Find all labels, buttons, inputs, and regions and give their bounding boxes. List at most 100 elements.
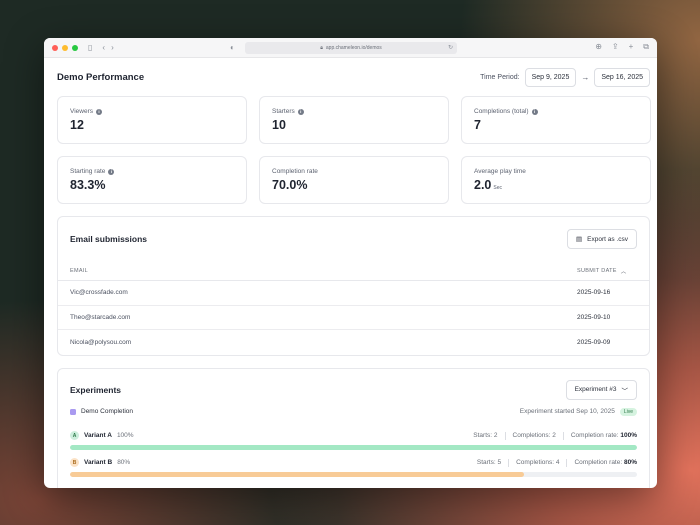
- chevron-down-icon: ﹀: [621, 387, 629, 395]
- stat-card-starters: Starters i 10: [259, 96, 449, 144]
- sidebar-toggle-icon[interactable]: ▯: [88, 43, 92, 52]
- export-csv-label: Export as .csv: [587, 235, 628, 243]
- table-row: Nicola@polysou.com 2025-09-09: [58, 330, 649, 355]
- date-cell: 2025-09-10: [577, 313, 611, 321]
- column-header-submit-date-label: SUBMIT DATE: [577, 267, 617, 274]
- window-controls: [52, 44, 78, 51]
- variant-b-progress-fill: [70, 471, 524, 477]
- stat-card-viewers: Viewers i 12: [57, 96, 247, 144]
- variant-b-stats: Starts: 5 Completions: 4 Completion rate…: [476, 458, 637, 467]
- experiment-color-swatch: [70, 408, 76, 415]
- stat-value-completions: 7: [474, 118, 481, 132]
- column-header-submit-date[interactable]: SUBMIT DATE ︿: [577, 267, 637, 275]
- minimize-window-button[interactable]: [62, 44, 68, 51]
- variant-b-title: B Variant B 80%: [70, 458, 130, 467]
- table-row: Vic@crossfade.com 2025-09-16: [58, 281, 649, 306]
- variant-a-progress-fill: [70, 444, 637, 450]
- experiment-start-date: Experiment started Sep 10, 2025: [519, 408, 615, 415]
- date-cell: 2025-09-16: [577, 289, 611, 297]
- variant-rate-label: Completion rate:: [570, 432, 619, 439]
- browser-titlebar: ▯ ‹ › ◐ 🔒︎ app.chameleon.io/demos ↻ ⊕ ⇪ …: [44, 38, 657, 58]
- stat-card-average-play-time: Average play time 2.0 Sec: [461, 156, 651, 204]
- stat-value-completion-rate: 70.0%: [272, 178, 308, 192]
- address-bar[interactable]: 🔒︎ app.chameleon.io/demos ↻: [245, 42, 457, 54]
- variant-completions: Completions: 4: [516, 459, 560, 466]
- stat-label-text: Starting rate: [70, 168, 106, 175]
- stat-card-completions: Completions (total) i 7: [461, 96, 651, 144]
- variant-rate: 80%: [623, 459, 637, 466]
- variant-a: A Variant A 100% Starts: 2 Completions: …: [58, 431, 649, 450]
- variant-starts: Starts: 2: [473, 432, 498, 439]
- stat-label-completion-rate: Completion rate: [272, 168, 436, 175]
- browser-window: ▯ ‹ › ◐ 🔒︎ app.chameleon.io/demos ↻ ⊕ ⇪ …: [44, 38, 657, 488]
- experiment-selector[interactable]: Experiment #3 ﹀: [565, 379, 637, 400]
- email-submissions-panel: Email submissions ▤ Export as .csv EMAIL…: [57, 216, 650, 356]
- variant-a-stats: Starts: 2 Completions: 2 Completion rate…: [473, 431, 637, 440]
- divider: [562, 431, 564, 440]
- email-cell: Vic@crossfade.com: [70, 289, 128, 297]
- experiment-meta: Experiment started Sep 10, 2025 Live: [519, 407, 637, 416]
- variant-starts: Starts: 5: [476, 459, 502, 466]
- start-date-field[interactable]: Sep 9, 2025: [524, 67, 577, 87]
- info-icon[interactable]: i: [297, 108, 304, 115]
- page-header: Demo Performance Time Period: Sep 9, 202…: [57, 66, 650, 88]
- stat-value-starting-rate: 83.3%: [70, 178, 106, 192]
- stat-label-text: Completion rate: [272, 168, 318, 175]
- arrow-right-icon: →: [581, 72, 590, 82]
- tabs-overview-icon[interactable]: ⧉: [643, 42, 649, 52]
- stat-label-text: Viewers: [70, 108, 94, 115]
- divider: [508, 458, 510, 467]
- page-content: Demo Performance Time Period: Sep 9, 202…: [44, 58, 657, 488]
- new-tab-icon[interactable]: +: [629, 42, 634, 52]
- variant-name: Variant A: [84, 432, 112, 439]
- download-icon[interactable]: ⊕: [595, 42, 602, 52]
- stat-value-number: 2.0: [474, 178, 492, 192]
- end-date-field[interactable]: Sep 16, 2025: [594, 67, 650, 87]
- variant-a-progress-bar: [70, 444, 637, 450]
- stat-label-starters: Starters i: [272, 108, 436, 115]
- stat-value-average-play-time: 2.0 Sec: [474, 178, 638, 192]
- chevron-up-icon: ︿: [620, 268, 627, 275]
- email-submissions-header: Email submissions ▤ Export as .csv: [58, 217, 649, 261]
- stat-label-average-play-time: Average play time: [474, 168, 638, 175]
- date-cell: 2025-09-09: [577, 338, 611, 346]
- variant-name: Variant B: [84, 459, 113, 466]
- stat-label-text: Completions (total): [474, 108, 529, 115]
- experiment-selector-value: Experiment #3: [574, 386, 617, 393]
- stat-unit: Sec: [493, 185, 503, 191]
- reload-icon[interactable]: ↻: [448, 44, 453, 51]
- page-title: Demo Performance: [57, 71, 145, 83]
- variant-percentage: 80%: [117, 459, 131, 466]
- experiments-header: Experiments Experiment #3 ﹀: [58, 369, 649, 411]
- variant-rate: 100%: [620, 432, 637, 439]
- email-submissions-title: Email submissions: [70, 234, 147, 244]
- divider: [504, 431, 506, 440]
- experiments-title: Experiments: [70, 384, 122, 395]
- email-table-header: EMAIL SUBMIT DATE ︿: [58, 261, 649, 281]
- variant-badge: B: [70, 458, 79, 467]
- document-icon: ▤: [576, 236, 583, 243]
- info-icon[interactable]: i: [108, 168, 115, 175]
- privacy-shield-icon[interactable]: ◐: [230, 43, 235, 52]
- stat-value-starters: 10: [272, 118, 286, 132]
- browser-toolbar-right: ⊕ ⇪ + ⧉: [595, 42, 649, 52]
- table-row: Theo@starcade.com 2025-09-10: [58, 306, 649, 330]
- experiment-name: Demo Completion: [70, 408, 133, 415]
- stat-card-starting-rate: Starting rate i 83.3%: [57, 156, 247, 204]
- variant-b: B Variant B 80% Starts: 5 Completions: 4…: [58, 458, 649, 477]
- info-icon[interactable]: i: [531, 108, 538, 115]
- back-icon[interactable]: ‹: [102, 43, 105, 52]
- forward-icon[interactable]: ›: [111, 43, 114, 52]
- close-window-button[interactable]: [52, 44, 58, 51]
- info-icon[interactable]: i: [96, 108, 103, 115]
- export-csv-button[interactable]: ▤ Export as .csv: [567, 229, 637, 249]
- share-icon[interactable]: ⇪: [612, 42, 619, 52]
- stat-label-text: Average play time: [474, 168, 526, 175]
- variant-completions: Completions: 2: [512, 432, 556, 439]
- lock-icon: 🔒︎: [320, 45, 323, 51]
- column-header-email[interactable]: EMAIL: [70, 268, 88, 274]
- maximize-window-button[interactable]: [72, 44, 78, 51]
- address-text: app.chameleon.io/demos: [325, 45, 382, 51]
- email-cell: Theo@starcade.com: [70, 313, 131, 321]
- stat-value-viewers: 12: [70, 118, 84, 132]
